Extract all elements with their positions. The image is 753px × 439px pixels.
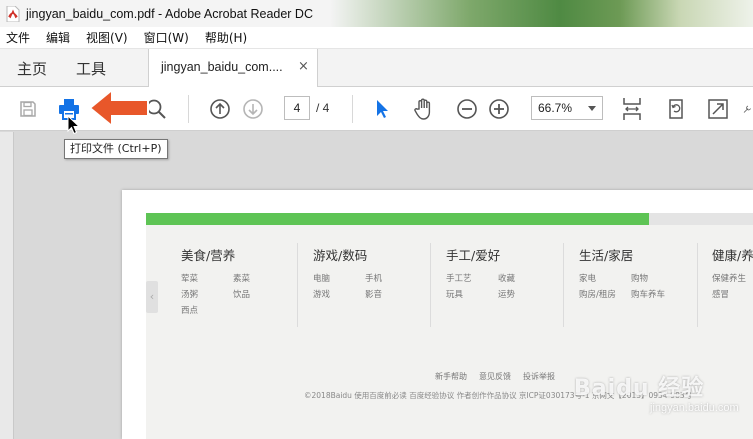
footer-link: 意见反馈 xyxy=(479,372,511,381)
tools-icon xyxy=(743,105,751,113)
category-health: 健康/养 保健养生 感冒 xyxy=(712,245,753,300)
page-total: / 4 xyxy=(316,101,330,115)
close-icon[interactable]: × xyxy=(298,59,309,74)
left-panel-rail[interactable] xyxy=(0,132,14,439)
menu-file[interactable]: 文件 xyxy=(6,29,30,46)
zoom-value: 66.7% xyxy=(538,101,573,115)
category-link: 荤菜 xyxy=(181,274,199,284)
menu-view[interactable]: 视图(V) xyxy=(86,29,128,46)
zoom-out-icon xyxy=(457,99,477,119)
chevron-down-icon xyxy=(588,106,596,111)
tab-tools[interactable]: 工具 xyxy=(76,58,106,79)
menu-help[interactable]: 帮助(H) xyxy=(205,29,247,46)
page-number-input[interactable]: 4 xyxy=(284,96,310,120)
rotate-page-icon xyxy=(669,99,683,119)
category-link: 影音 xyxy=(365,290,383,300)
expand-icon xyxy=(708,99,728,119)
rotate-view-button[interactable] xyxy=(663,96,689,122)
fit-width-icon xyxy=(623,98,641,120)
hand-icon xyxy=(414,98,431,120)
arrow-up-circle-icon xyxy=(210,99,230,119)
category-link: 游戏 xyxy=(313,290,331,300)
category-link: 电脑 xyxy=(313,274,331,284)
previous-page-button[interactable] xyxy=(207,96,233,122)
select-tool-button[interactable] xyxy=(369,96,395,122)
category-title: 健康/养 xyxy=(712,248,753,263)
category-divider xyxy=(563,243,564,327)
zoom-in-button[interactable] xyxy=(486,96,512,122)
cursor-arrow-icon xyxy=(377,100,388,118)
next-page-button[interactable] xyxy=(240,96,266,122)
fit-width-button[interactable] xyxy=(619,96,645,122)
gray-header-bar xyxy=(649,213,753,225)
footer-link: 投诉举报 xyxy=(523,372,555,381)
category-title: 生活/家居 xyxy=(579,248,634,263)
category-link: 保健养生 xyxy=(712,274,747,284)
chevron-left-icon: ‹ xyxy=(146,281,158,313)
category-divider xyxy=(697,243,698,327)
arrow-down-circle-icon xyxy=(243,99,263,119)
annotation-arrow-icon xyxy=(88,88,149,128)
window-title: jingyan_baidu_com.pdf - Adobe Acrobat Re… xyxy=(26,6,313,21)
category-link: 汤粥 xyxy=(181,290,199,300)
category-link: 手机 xyxy=(365,274,383,284)
toolbar-divider xyxy=(352,95,353,123)
document-tab-label: jingyan_baidu_com.... xyxy=(161,60,283,74)
zoom-out-button[interactable] xyxy=(454,96,480,122)
tab-document[interactable]: jingyan_baidu_com.... × xyxy=(148,49,318,87)
baidu-watermark-url: jingyan.baidu.com xyxy=(650,402,739,414)
menu-edit[interactable]: 编辑 xyxy=(46,29,70,46)
category-link: 家电 xyxy=(579,274,597,284)
category-link: 西点 xyxy=(181,306,199,316)
category-link: 玩具 xyxy=(446,290,464,300)
full-screen-button[interactable] xyxy=(705,96,731,122)
category-home: 生活/家居 家电 购物 购房/租房 购车养车 xyxy=(579,245,671,300)
baidu-watermark: Baidu 经验 xyxy=(574,376,705,401)
save-icon xyxy=(20,101,36,117)
toolbar-divider xyxy=(188,95,189,123)
category-link: 素菜 xyxy=(233,274,251,284)
footer-links: 新手帮助 意见反馈 投诉举报 xyxy=(435,371,555,382)
mouse-cursor-icon xyxy=(67,115,81,135)
category-title: 游戏/数码 xyxy=(313,248,368,263)
category-link: 购物 xyxy=(631,274,649,284)
title-bar: jingyan_baidu_com.pdf - Adobe Acrobat Re… xyxy=(0,0,753,27)
footer-link: 新手帮助 xyxy=(435,372,467,381)
zoom-in-icon xyxy=(489,99,509,119)
category-title: 手工/爱好 xyxy=(446,248,501,263)
category-link: 手工艺 xyxy=(446,274,472,284)
category-link: 收藏 xyxy=(498,274,516,284)
category-divider xyxy=(297,243,298,327)
category-link: 购车养车 xyxy=(631,290,666,300)
hand-tool-button[interactable] xyxy=(411,96,437,122)
menu-window[interactable]: 窗口(W) xyxy=(144,29,189,46)
category-link: 运势 xyxy=(498,290,516,300)
print-tooltip: 打印文件 (Ctrl+P) xyxy=(64,139,168,159)
category-link: 购房/租房 xyxy=(579,290,616,300)
zoom-select[interactable]: 66.7% xyxy=(531,96,603,120)
tab-bar: 主页 工具 jingyan_baidu_com.... × xyxy=(0,49,753,87)
category-link: 感冒 xyxy=(712,290,730,300)
save-button[interactable] xyxy=(15,96,41,122)
menu-bar: 文件 编辑 视图(V) 窗口(W) 帮助(H) xyxy=(0,27,753,49)
category-title: 美食/营养 xyxy=(181,248,236,263)
category-link: 饮品 xyxy=(233,290,251,300)
more-tools-button[interactable] xyxy=(742,96,753,122)
category-games: 游戏/数码 电脑 手机 游戏 影音 xyxy=(313,245,405,300)
category-crafts: 手工/爱好 手工艺 收藏 玩具 运势 xyxy=(446,245,538,300)
pdf-file-icon xyxy=(6,5,20,22)
green-header-bar xyxy=(146,213,649,225)
category-divider xyxy=(430,243,431,327)
tab-home[interactable]: 主页 xyxy=(17,58,47,79)
category-food: 美食/营养 荤菜 素菜 汤粥 饮品 西点 xyxy=(181,245,273,316)
